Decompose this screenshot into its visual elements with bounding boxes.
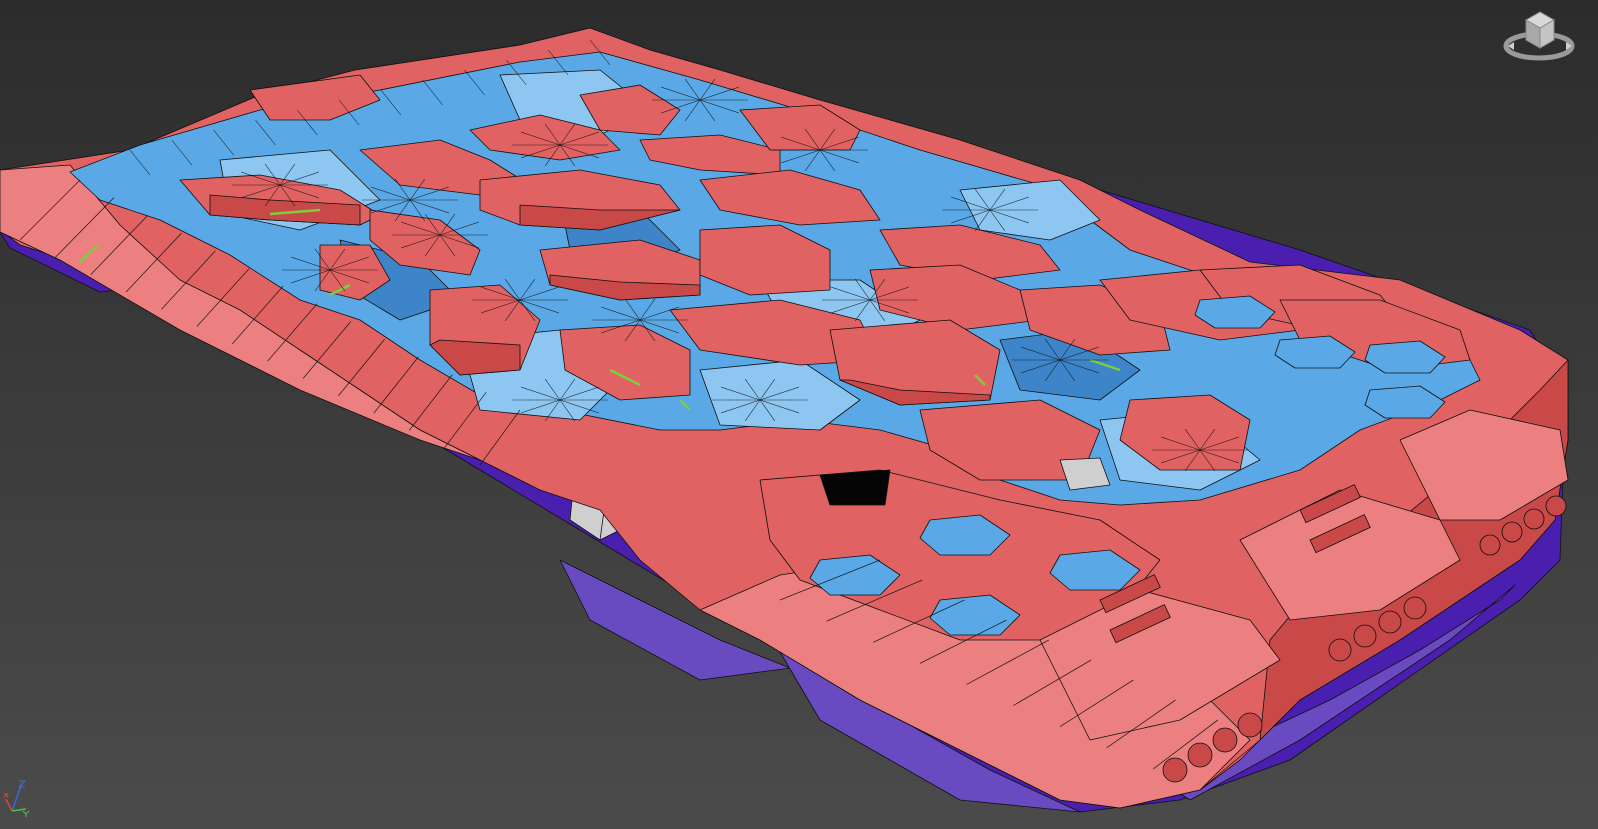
axis-tripod-icon (3, 777, 30, 819)
nozzle-1 (1162, 757, 1188, 783)
nozzle-2 (1187, 742, 1213, 768)
nozzle-7 (1378, 610, 1402, 634)
viewcube-icon[interactable] (1502, 6, 1580, 68)
nozzle-8 (1403, 596, 1427, 620)
nozzle-6 (1353, 624, 1377, 648)
nozzle-11 (1523, 508, 1545, 530)
bridge-dark (819, 469, 891, 506)
nozzle-10 (1501, 521, 1523, 543)
nozzle-5 (1328, 638, 1352, 662)
nozzle-3 (1212, 727, 1238, 753)
nozzle-4 (1237, 712, 1263, 738)
nozzle-9 (1479, 534, 1501, 556)
nozzle-12 (1545, 495, 1567, 517)
viewport-perspective[interactable] (0, 0, 1598, 829)
wireframe-model[interactable] (0, 0, 1598, 829)
